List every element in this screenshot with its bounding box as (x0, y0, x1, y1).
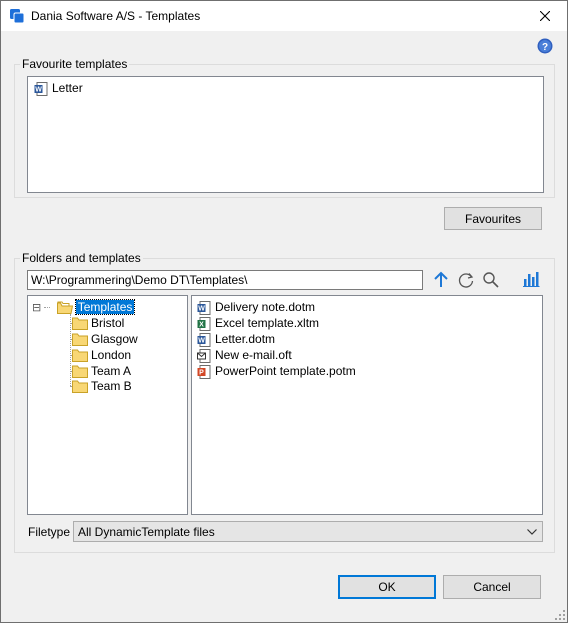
file-item-label: Letter.dotm (215, 332, 276, 346)
help-icon[interactable]: ? (537, 38, 553, 54)
arrow-up-icon[interactable] (432, 271, 450, 289)
ok-button[interactable]: OK (338, 575, 436, 599)
excel-doc-icon: X (197, 316, 211, 331)
cancel-button[interactable]: Cancel (443, 575, 541, 599)
file-item-label: Delivery note.dotm (215, 300, 316, 314)
word-doc-icon: W (34, 81, 48, 96)
word-doc-icon: W (197, 300, 211, 315)
close-icon (540, 11, 550, 21)
folder-icon (72, 349, 88, 363)
word-doc-icon: W (197, 332, 211, 347)
favourites-list[interactable]: W Letter (27, 76, 544, 193)
tree-root-label: Templates (74, 299, 136, 315)
search-icon[interactable] (482, 271, 500, 289)
svg-text:?: ? (542, 42, 548, 53)
folder-open-icon (56, 301, 73, 315)
svg-text:W: W (35, 86, 42, 93)
folder-icon (72, 380, 88, 394)
resize-grip-icon[interactable] (555, 610, 565, 620)
list-item[interactable]: W Letter (34, 80, 83, 96)
svg-text:W: W (198, 337, 205, 344)
window-title: Dania Software A/S - Templates (31, 9, 201, 23)
tree-item[interactable]: Glasgow (72, 331, 138, 347)
folders-legend: Folders and templates (20, 251, 143, 265)
file-item-label: Excel template.xltm (215, 316, 320, 330)
powerpoint-doc-icon: P (197, 364, 211, 379)
chevron-down-icon (527, 529, 537, 535)
tree-item-label: Glasgow (91, 332, 138, 346)
file-item[interactable]: X Excel template.xltm (197, 315, 319, 331)
folder-tree[interactable]: ⊟ Templates Bristol Glasgow London Team … (27, 295, 188, 515)
filetype-select[interactable]: All DynamicTemplate files (73, 521, 543, 542)
filetype-label: Filetype (28, 525, 71, 539)
file-item[interactable]: New e-mail.oft (197, 347, 292, 363)
file-item[interactable]: W Delivery note.dotm (197, 299, 315, 315)
svg-text:P: P (199, 369, 204, 376)
folder-icon (72, 365, 88, 379)
tree-root[interactable]: ⊟ Templates (32, 299, 136, 316)
app-icon (10, 9, 25, 24)
refresh-icon[interactable] (457, 271, 475, 289)
tree-item[interactable]: London (72, 347, 131, 363)
file-item-label: PowerPoint template.potm (215, 364, 356, 378)
templates-dialog: Dania Software A/S - Templates ? Favouri… (0, 0, 568, 623)
filetype-selected: All DynamicTemplate files (78, 525, 215, 539)
tree-item-label: Bristol (91, 316, 125, 330)
tree-item-label: Team A (91, 364, 132, 378)
tree-connector (70, 314, 71, 386)
file-list[interactable]: W Delivery note.dotm X Excel template.xl… (191, 295, 543, 515)
favourites-button[interactable]: Favourites (444, 207, 542, 230)
favourites-legend: Favourite templates (20, 57, 130, 71)
folder-icon (72, 317, 88, 331)
svg-text:X: X (199, 321, 204, 328)
collapse-toggle-icon[interactable]: ⊟ (32, 300, 44, 316)
email-doc-icon (197, 348, 211, 363)
close-button[interactable] (523, 1, 567, 31)
file-item-label: New e-mail.oft (215, 348, 292, 362)
title-bar: Dania Software A/S - Templates (1, 1, 567, 31)
file-item[interactable]: W Letter.dotm (197, 331, 275, 347)
svg-text:W: W (198, 305, 205, 312)
tree-item-label: Team B (91, 379, 132, 393)
list-item-label: Letter (52, 81, 83, 95)
folder-icon (72, 333, 88, 347)
tree-item[interactable]: Team B (72, 378, 132, 394)
tree-item[interactable]: Team A (72, 363, 131, 379)
tree-item-label: London (91, 348, 132, 362)
path-input[interactable] (27, 270, 423, 290)
tree-item[interactable]: Bristol (72, 315, 124, 331)
bar-chart-icon[interactable] (522, 270, 540, 288)
file-item[interactable]: P PowerPoint template.potm (197, 363, 356, 379)
